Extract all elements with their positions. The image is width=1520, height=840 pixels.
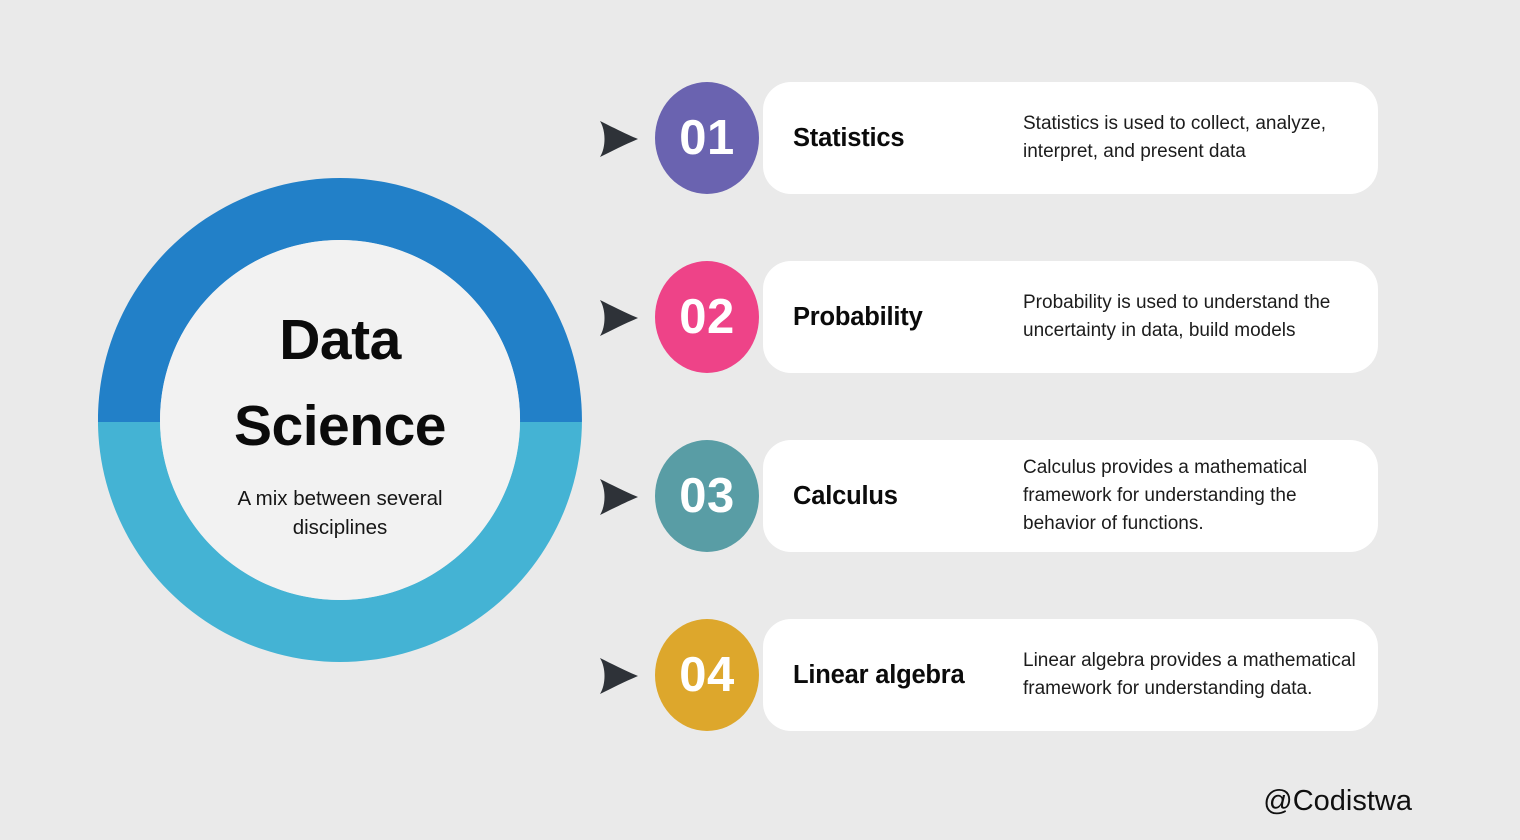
step-number: 01 xyxy=(679,110,735,165)
discipline-description: Statistics is used to collect, analyze, … xyxy=(1023,113,1327,162)
watermark: @Codistwa xyxy=(1263,785,1412,817)
discipline-row: 04 Linear algebra Linear algebra provide… xyxy=(592,614,1382,734)
arrow-right-icon xyxy=(596,656,640,696)
donut-inner-disc xyxy=(160,240,520,600)
discipline-card[interactable]: Probability Probability is used to under… xyxy=(763,261,1378,373)
step-number: 02 xyxy=(679,289,735,344)
step-number-badge: 01 xyxy=(655,82,759,194)
discipline-description: Probability is used to understand the un… xyxy=(1023,292,1331,341)
discipline-card[interactable]: Statistics Statistics is used to collect… xyxy=(763,82,1378,194)
discipline-row: 02 Probability Probability is used to un… xyxy=(592,256,1382,376)
step-number: 03 xyxy=(679,468,735,523)
arrow-right-icon xyxy=(596,298,640,338)
arrow-right-icon xyxy=(596,477,640,517)
discipline-title: Linear algebra xyxy=(793,660,965,689)
data-science-donut: Data Science A mix between several disci… xyxy=(98,178,582,662)
discipline-card[interactable]: Linear algebra Linear algebra provides a… xyxy=(763,619,1378,731)
discipline-card[interactable]: Calculus Calculus provides a mathematica… xyxy=(763,440,1378,552)
infographic-canvas: Data Science A mix between several disci… xyxy=(0,0,1520,840)
step-number-badge: 02 xyxy=(655,261,759,373)
discipline-title: Probability xyxy=(793,302,923,331)
discipline-title: Calculus xyxy=(793,481,898,510)
arrow-right-icon xyxy=(596,119,640,159)
discipline-description: Calculus provides a mathematical framewo… xyxy=(1023,457,1308,534)
discipline-row: 01 Statistics Statistics is used to coll… xyxy=(592,77,1382,197)
discipline-title: Statistics xyxy=(793,123,905,152)
step-number-badge: 03 xyxy=(655,440,759,552)
discipline-description: Linear algebra provides a mathematical f… xyxy=(1023,650,1356,699)
discipline-row: 03 Calculus Calculus provides a mathemat… xyxy=(592,435,1382,555)
donut-svg xyxy=(98,178,582,662)
step-number: 04 xyxy=(679,647,735,702)
step-number-badge: 04 xyxy=(655,619,759,731)
